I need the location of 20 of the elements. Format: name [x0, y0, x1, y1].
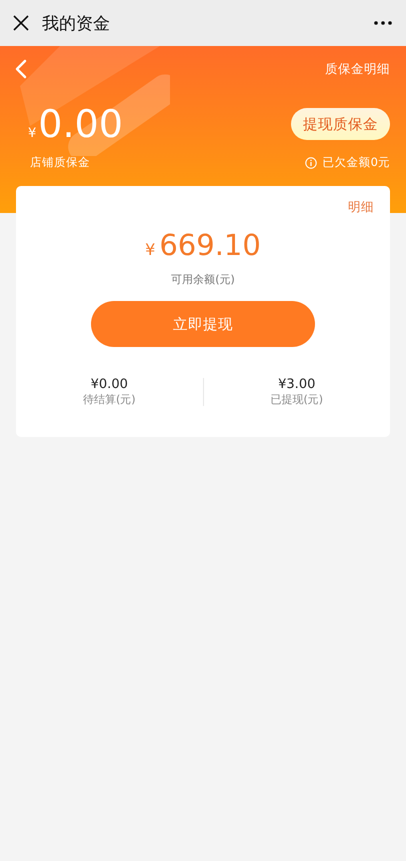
withdraw-guarantee-button[interactable]: 提现质保金 — [291, 108, 390, 140]
more-icon[interactable] — [374, 21, 392, 25]
detail-link[interactable]: 明细 — [348, 199, 374, 216]
close-icon[interactable] — [13, 15, 29, 31]
balance-caption: 可用余额(元) — [171, 272, 235, 287]
back-icon[interactable] — [15, 59, 27, 79]
balance-amount: 669.10 — [159, 228, 261, 262]
stat-label: 已提现(元) — [270, 392, 324, 407]
guarantee-label: 店铺质保金 — [30, 155, 90, 170]
withdraw-button[interactable]: 立即提现 — [91, 301, 315, 347]
currency-symbol: ¥ — [145, 240, 156, 259]
guarantee-detail-link[interactable]: 质保金明细 — [325, 60, 390, 78]
stat-value: ¥0.00 — [90, 377, 128, 392]
page-title: 我的资金 — [42, 12, 111, 34]
stat-label: 待结算(元) — [82, 392, 136, 407]
debt-amount: 已欠金额0元 — [322, 155, 390, 170]
stat-value: ¥3.00 — [278, 377, 316, 392]
guarantee-amount: 0.00 — [38, 104, 123, 144]
currency-symbol: ¥ — [28, 126, 36, 141]
info-icon — [304, 156, 317, 168]
